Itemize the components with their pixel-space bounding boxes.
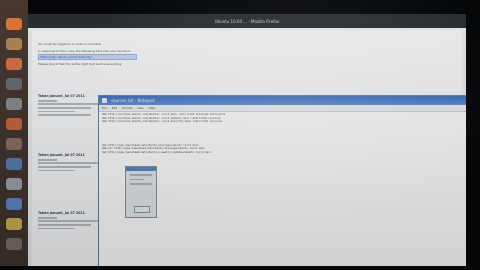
notepad-app-icon bbox=[102, 98, 107, 103]
software-center-icon[interactable] bbox=[6, 58, 22, 70]
text-line bbox=[38, 220, 100, 223]
notepad-menu-bar: File Edit Format View Help bbox=[99, 105, 466, 112]
comment-entry: Tahan Januari, Jul 07 2011 bbox=[38, 153, 100, 172]
entry-title: Tahan Januari, Jul 07 2011 bbox=[38, 94, 85, 98]
comment-entry: Tahan Januari, Jul 07 2011 bbox=[38, 94, 100, 116]
command-link[interactable]: https://help.ubuntu.com/community/... bbox=[38, 54, 137, 60]
entry-title: Tahan Januari, Jul 07 2011 bbox=[38, 211, 85, 215]
text-line bbox=[38, 158, 57, 161]
settings-icon[interactable] bbox=[6, 98, 22, 110]
firefox-icon[interactable] bbox=[6, 18, 22, 30]
menu-edit[interactable]: Edit bbox=[112, 106, 117, 110]
dialog-ok-button[interactable] bbox=[134, 206, 150, 213]
dialog-row bbox=[130, 183, 152, 185]
trash-icon[interactable] bbox=[6, 238, 22, 250]
menu-view[interactable]: View bbox=[137, 106, 144, 110]
browser-window: Ubuntu 10.04 ... - Mozilla Firefox You m… bbox=[28, 14, 466, 270]
menu-file[interactable]: File bbox=[102, 106, 107, 110]
notepad-title-bar[interactable]: sources.list - Notepad bbox=[99, 96, 466, 105]
menu-help[interactable]: Help bbox=[149, 106, 155, 110]
entry-title: Tahan Januari, Jul 07 2011 bbox=[38, 153, 85, 157]
notepad-title: sources.list - Notepad bbox=[111, 98, 155, 103]
update-icon[interactable] bbox=[6, 218, 22, 230]
small-dialog[interactable] bbox=[125, 166, 157, 218]
text-line bbox=[38, 106, 91, 109]
notepad-window: sources.list - Notepad File Edit Format … bbox=[98, 95, 466, 270]
terminal-icon[interactable] bbox=[6, 78, 22, 90]
text-line bbox=[38, 216, 57, 219]
text-line: deb http://ppa.launchpad.net/ubuntu-x-sw… bbox=[102, 150, 212, 154]
mail-icon[interactable] bbox=[6, 178, 22, 190]
text-line bbox=[38, 103, 100, 106]
text-line bbox=[38, 114, 91, 116]
comment-entry: Tahan Januari, Jul 07 2011 bbox=[38, 211, 100, 230]
text-line bbox=[38, 223, 91, 226]
text-line bbox=[38, 162, 100, 165]
dialog-row bbox=[130, 174, 152, 176]
monitor-bezel-right bbox=[466, 0, 480, 270]
login-notice: You must be logged in to post a comment. bbox=[38, 42, 102, 46]
text-line bbox=[38, 165, 91, 168]
text-line bbox=[38, 227, 76, 230]
dialog-row bbox=[130, 178, 144, 180]
check-notice: Please check that this is the right text… bbox=[38, 62, 123, 66]
chat-icon[interactable] bbox=[6, 198, 22, 210]
launcher bbox=[0, 0, 28, 270]
dialog-title-bar[interactable] bbox=[126, 167, 156, 171]
monitor-bezel-top bbox=[0, 0, 480, 14]
blank-space bbox=[102, 124, 462, 144]
photos-icon[interactable] bbox=[6, 138, 22, 150]
files-icon[interactable] bbox=[6, 38, 22, 50]
notepad-text-area[interactable]: deb http://archive.ubuntu.com/ubuntu/ lu… bbox=[102, 113, 462, 154]
text-line bbox=[38, 99, 57, 102]
music-icon[interactable] bbox=[6, 118, 22, 130]
instruction-text: In response to this, copy the following … bbox=[38, 49, 131, 53]
menu-format[interactable]: Format bbox=[122, 106, 132, 110]
text-line bbox=[38, 169, 76, 172]
window-title: Ubuntu 10.04 ... - Mozilla Firefox bbox=[214, 18, 280, 24]
window-title-bar: Ubuntu 10.04 ... - Mozilla Firefox bbox=[28, 14, 466, 28]
text-line bbox=[38, 110, 76, 113]
office-icon[interactable] bbox=[6, 158, 22, 170]
monitor-bezel-bottom bbox=[0, 266, 480, 270]
